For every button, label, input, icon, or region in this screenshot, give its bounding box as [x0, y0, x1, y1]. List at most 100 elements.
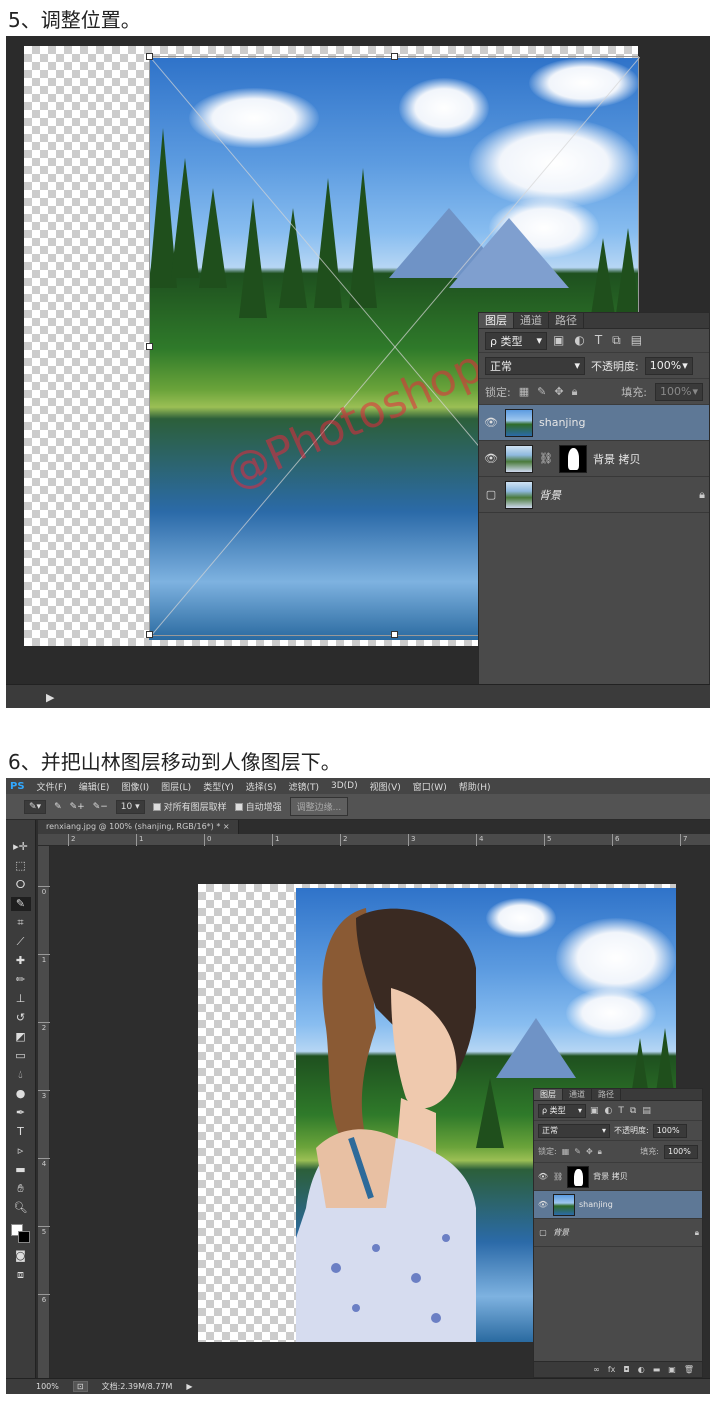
lock-image-icon[interactable]: ✎ — [537, 385, 546, 398]
eye-icon[interactable]: 👁︎ — [537, 1200, 549, 1209]
new-selection-icon[interactable]: ✎ — [54, 802, 62, 812]
marquee-tool-icon[interactable]: ⬚ — [11, 859, 31, 873]
new-layer-icon[interactable]: ▣ — [668, 1365, 676, 1374]
menu-view[interactable]: 视图(V) — [370, 780, 401, 793]
type-filter-icon[interactable]: T — [618, 1106, 624, 1116]
layer-row-background-copy[interactable]: 👁︎ ⛓ 背景 拷贝 — [534, 1163, 702, 1191]
lock-transparent-icon[interactable]: ▦ — [562, 1147, 570, 1156]
menu-help[interactable]: 帮助(H) — [459, 780, 491, 793]
menu-select[interactable]: 选择(S) — [246, 780, 277, 793]
smart-object-filter-icon[interactable]: ▤ — [631, 333, 642, 348]
type-filter-icon[interactable]: T — [595, 333, 602, 348]
transform-handle-bottom[interactable] — [391, 631, 398, 638]
add-to-selection-icon[interactable]: ✎+ — [70, 802, 85, 812]
zoom-icon[interactable]: ⊡ — [72, 1381, 88, 1392]
clone-stamp-tool-icon[interactable]: ⊥ — [11, 992, 31, 1006]
dodge-tool-icon[interactable]: ● — [11, 1087, 31, 1101]
path-selection-tool-icon[interactable]: ▹ — [11, 1144, 31, 1158]
color-swatches[interactable] — [10, 1224, 31, 1244]
menu-type[interactable]: 类型(Y) — [203, 780, 234, 793]
rectangle-tool-icon[interactable]: ▬ — [11, 1163, 31, 1177]
menu-window[interactable]: 窗口(W) — [413, 780, 447, 793]
smart-object-filter-icon[interactable]: ▤ — [642, 1106, 651, 1116]
eye-icon[interactable]: 👁︎ — [483, 452, 499, 465]
layer-mask-thumbnail[interactable] — [567, 1165, 590, 1188]
lasso-tool-icon[interactable]: ⵔ — [11, 878, 31, 892]
transform-handle-top[interactable] — [391, 53, 398, 60]
lock-position-icon[interactable]: ✥ — [586, 1147, 593, 1156]
layer-row-background[interactable]: ▢ 背景 🔒︎ — [479, 477, 709, 513]
menu-filter[interactable]: 滤镜(T) — [288, 780, 319, 793]
menu-image[interactable]: 图像(I) — [121, 780, 149, 793]
gradient-tool-icon[interactable]: ▭ — [11, 1049, 31, 1063]
fill-field[interactable]: 100% ▾ — [655, 382, 703, 401]
refine-edge-button[interactable]: 调整边缘... — [289, 797, 349, 816]
document-tab[interactable]: renxiang.jpg @ 100% (shanjing, RGB/16*) … — [38, 820, 239, 834]
visibility-off-box[interactable]: ▢ — [483, 488, 499, 501]
eye-icon[interactable]: 👁︎ — [537, 1172, 549, 1181]
layer-row-background[interactable]: ▢ 背景 🔒︎ — [534, 1219, 702, 1247]
sample-all-layers-checkbox[interactable]: 对所有图层取样 — [152, 800, 227, 813]
new-group-icon[interactable]: ▬ — [653, 1365, 661, 1374]
hand-tool-icon[interactable]: ✋︎ — [11, 1182, 31, 1196]
blend-mode-select[interactable]: 正常 ▾ — [485, 356, 585, 375]
layer-filter-select[interactable]: ρ 类型 ▾ — [538, 1103, 586, 1118]
quick-selection-tool-icon[interactable]: ✎ — [10, 897, 31, 911]
healing-brush-tool-icon[interactable]: ✚ — [11, 954, 31, 968]
quick-mask-icon[interactable]: ◙ — [11, 1249, 31, 1263]
type-tool-icon[interactable]: T — [11, 1125, 31, 1139]
tab-paths[interactable]: 路径 — [549, 313, 584, 328]
close-icon[interactable]: × — [223, 822, 230, 831]
tool-preset-picker[interactable]: ✎▾ — [24, 799, 47, 814]
link-layers-icon[interactable]: ∞ — [593, 1365, 600, 1374]
eyedropper-tool-icon[interactable]: ⟋ — [11, 935, 31, 949]
pixel-filter-icon[interactable]: ▣ — [590, 1106, 599, 1116]
layer-row-shanjing[interactable]: 👁︎ shanjing — [534, 1191, 702, 1219]
tab-paths[interactable]: 路径 — [592, 1089, 621, 1100]
layer-row-background-copy[interactable]: 👁︎ ⛓ 背景 拷贝 — [479, 441, 709, 477]
menu-3d[interactable]: 3D(D) — [331, 781, 358, 791]
brush-size-picker[interactable]: 10 ▾ — [115, 799, 145, 814]
transform-handle-left[interactable] — [146, 343, 153, 350]
opacity-field[interactable]: 100% — [652, 1123, 687, 1138]
zoom-level[interactable]: 100% — [36, 1382, 59, 1391]
layer-row-shanjing[interactable]: 👁︎ shanjing — [479, 405, 709, 441]
menu-edit[interactable]: 编辑(E) — [79, 780, 110, 793]
eraser-tool-icon[interactable]: ◩ — [11, 1030, 31, 1044]
transform-handle-bottom-left[interactable] — [146, 631, 153, 638]
visibility-off-box[interactable]: ▢ — [537, 1228, 549, 1237]
tab-layers[interactable]: 图层 — [534, 1089, 563, 1100]
subtract-selection-icon[interactable]: ✎− — [93, 802, 108, 812]
add-mask-icon[interactable]: ◘ — [623, 1365, 629, 1374]
tab-channels[interactable]: 通道 — [514, 313, 549, 328]
eye-icon[interactable]: 👁︎ — [483, 416, 499, 429]
adjustment-filter-icon[interactable]: ◐ — [574, 333, 584, 348]
lock-position-icon[interactable]: ✥ — [554, 385, 563, 398]
blend-mode-select[interactable]: 正常 ▾ — [538, 1123, 610, 1138]
adjustment-layer-icon[interactable]: ◐ — [638, 1365, 645, 1374]
auto-enhance-checkbox[interactable]: ✓ 自动增强 — [234, 800, 282, 814]
layer-filter-select[interactable]: ρ 类型 ▾ — [485, 331, 547, 350]
shape-filter-icon[interactable]: ⧉ — [630, 1106, 636, 1116]
layer-mask-thumbnail[interactable] — [558, 444, 587, 473]
blur-tool-icon[interactable]: 💧︎ — [11, 1068, 31, 1082]
shape-filter-icon[interactable]: ⧉ — [612, 333, 621, 348]
tab-channels[interactable]: 通道 — [563, 1089, 592, 1100]
opacity-field[interactable]: 100% ▾ — [644, 356, 693, 375]
zoom-tool-icon[interactable]: 🔍︎ — [11, 1201, 31, 1215]
fill-field[interactable]: 100% — [664, 1144, 698, 1159]
lock-all-icon[interactable]: 🔒︎ — [598, 1147, 602, 1157]
history-brush-tool-icon[interactable]: ↺ — [11, 1011, 31, 1025]
menu-layer[interactable]: 图层(L) — [161, 780, 191, 793]
transform-handle-top-left[interactable] — [146, 53, 153, 60]
tab-layers[interactable]: 图层 — [479, 313, 514, 328]
status-menu-arrow-icon[interactable]: ▶ — [186, 1382, 192, 1391]
adjustment-filter-icon[interactable]: ◐ — [605, 1106, 613, 1116]
pixel-filter-icon[interactable]: ▣ — [553, 333, 564, 348]
move-tool-icon[interactable]: ▸✛ — [11, 840, 31, 854]
brush-tool-icon[interactable]: ✏ — [11, 973, 31, 987]
lock-transparent-icon[interactable]: ▦ — [519, 385, 529, 398]
fx-icon[interactable]: fx — [608, 1365, 616, 1374]
lock-image-icon[interactable]: ✎ — [574, 1147, 581, 1156]
screen-mode-icon[interactable]: ⧈ — [11, 1268, 31, 1282]
